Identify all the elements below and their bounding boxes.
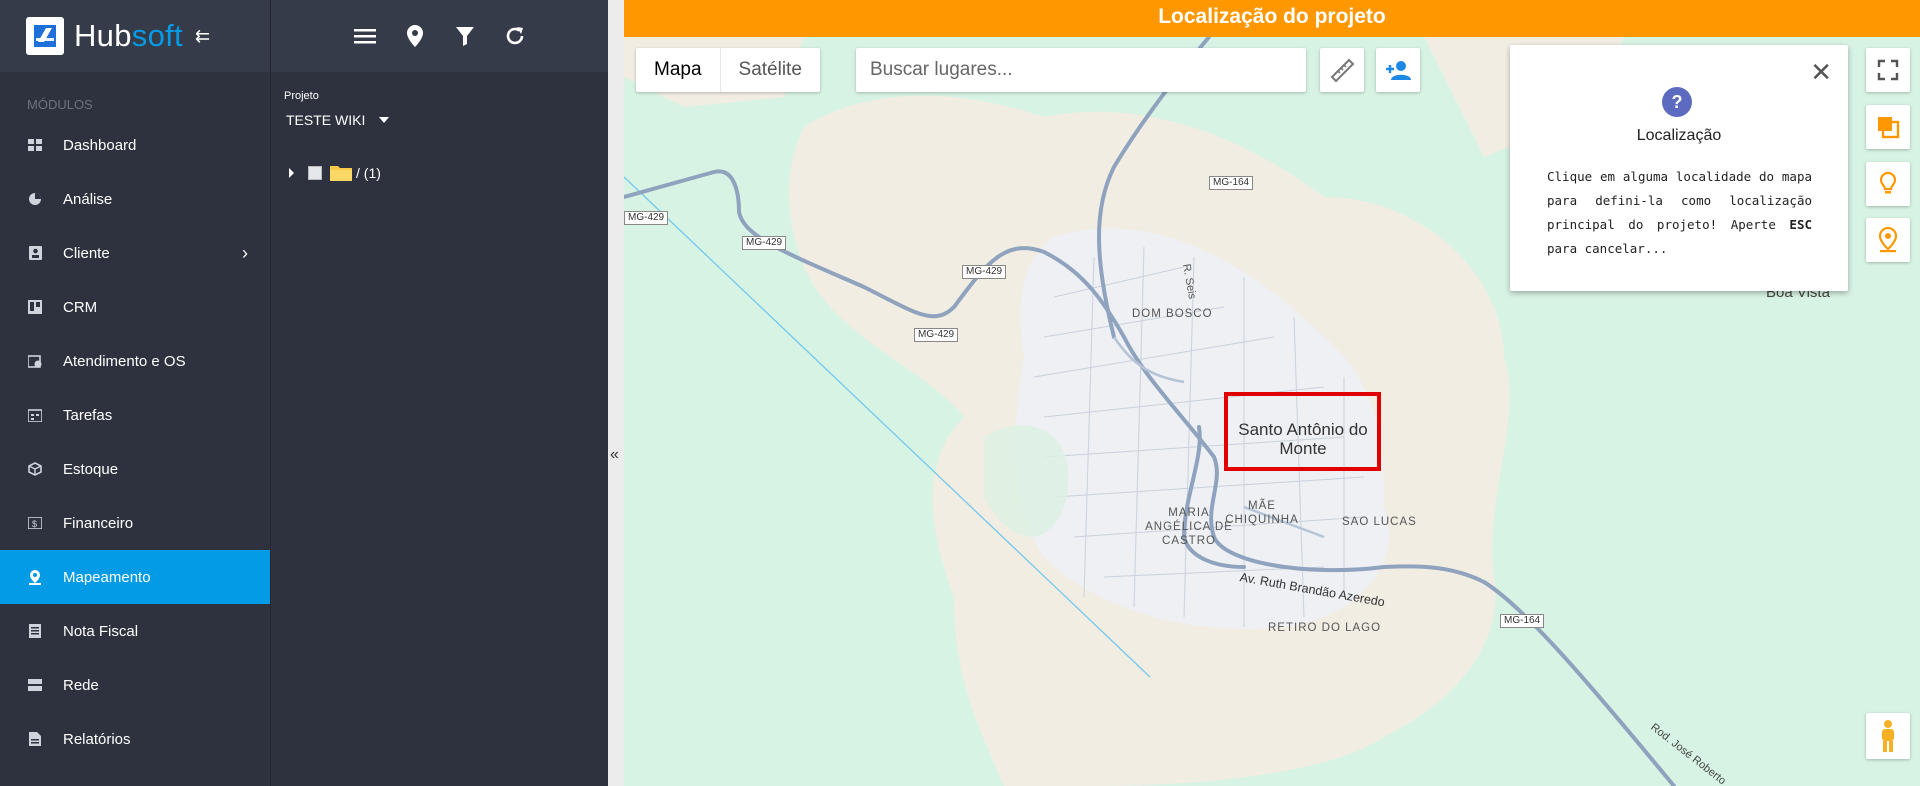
road-shield: MG-429 (742, 236, 787, 250)
panel-splitter[interactable]: « (608, 0, 624, 786)
district-label: RETIRO DO LAGO (1268, 622, 1382, 634)
map-type-satellite-button[interactable]: Satélite (721, 48, 820, 92)
refresh-icon[interactable] (502, 23, 528, 49)
sidebar-item-rede[interactable]: Rede (0, 658, 270, 712)
project-select[interactable]: TESTE WIKI (286, 112, 608, 128)
chevron-right-icon: › (242, 243, 248, 263)
add-location-icon[interactable] (402, 23, 428, 49)
folder-icon (330, 164, 352, 181)
popup-title: Localização (1636, 127, 1722, 144)
project-label: Projeto (284, 90, 319, 102)
location-info-popup: ✕ ? Localização Clique em alguma localid… (1510, 45, 1848, 291)
sidebar-item-label: Financeiro (63, 514, 134, 532)
expand-arrow-icon[interactable] (289, 167, 294, 178)
map-header-title: Localização do projeto (624, 0, 1920, 37)
project-tree-panel: Projeto TESTE WIKI / (1) (270, 0, 608, 786)
road-shield: MG-429 (624, 211, 669, 225)
sidebar-item-relatorios[interactable]: Relatórios (0, 712, 270, 766)
sidebar-item-label: Nota Fiscal (63, 622, 139, 640)
sidebar-item-mapeamento[interactable]: Mapeamento (0, 550, 270, 604)
road-shield: MG-429 (914, 328, 959, 342)
tree-root-node[interactable]: / (1) (289, 164, 608, 181)
receipt-icon (27, 623, 43, 639)
task-icon (27, 407, 43, 423)
sidebar-item-analise[interactable]: Análise (0, 172, 270, 226)
logo-text: Hubsoft (74, 18, 183, 53)
sidebar-item-label: Estoque (63, 460, 119, 478)
sidebar: Hubsoft ⇇ MÓDULOS Dashboard Análise Clie… (0, 0, 270, 786)
road-shield: MG-164 (1209, 176, 1254, 190)
sidebar-item-label: Cliente (63, 244, 110, 262)
sidebar-item-dashboard[interactable]: Dashboard (0, 118, 270, 172)
district-label: DOM BOSCO (1132, 308, 1213, 320)
server-icon (27, 677, 43, 693)
report-icon (27, 731, 43, 747)
modules-label: MÓDULOS (27, 97, 93, 112)
district-label: SAO LUCAS (1342, 516, 1417, 528)
location-pin-icon[interactable] (1866, 218, 1910, 262)
sidebar-item-label: Rede (63, 676, 99, 694)
map-area[interactable]: Localização do projeto Mapa Satélite Bus… (624, 0, 1920, 786)
sidebar-item-label: Dashboard (63, 136, 137, 154)
svg-text:$: $ (32, 519, 37, 529)
project-select-value: TESTE WIKI (286, 112, 366, 128)
district-label: MARIA ANGÉLICA DE CASTRO (1145, 507, 1233, 547)
road-shield: MG-429 (962, 265, 1007, 279)
tree-root-label: / (1) (356, 164, 381, 181)
sidebar-item-label: Tarefas (63, 406, 113, 424)
chevron-down-icon (379, 117, 390, 123)
tree-checkbox[interactable] (308, 165, 322, 180)
ruler-icon[interactable] (1320, 48, 1364, 92)
road-shield: MG-164 (1500, 614, 1545, 628)
city-label: Santo Antônio do Monte (1238, 420, 1368, 458)
box-icon (27, 461, 43, 477)
street-view-pegman-icon[interactable] (1866, 713, 1910, 759)
sidebar-item-label: Relatórios (63, 730, 131, 748)
dashboard-icon (27, 137, 43, 153)
sidebar-item-label: CRM (63, 298, 98, 316)
sidebar-item-estoque[interactable]: Estoque (0, 442, 270, 496)
sidebar-item-cliente[interactable]: Cliente › (0, 226, 270, 280)
logo-bar: Hubsoft ⇇ (0, 0, 270, 72)
money-icon: $ (27, 515, 43, 531)
add-person-icon[interactable] (1376, 48, 1420, 92)
lightbulb-icon[interactable] (1866, 162, 1910, 206)
sidebar-item-financeiro[interactable]: $ Financeiro (0, 496, 270, 550)
kanban-icon (27, 299, 43, 315)
sidebar-item-label: Mapeamento (63, 568, 151, 586)
fullscreen-icon[interactable] (1866, 48, 1910, 92)
sidebar-item-nota-fiscal[interactable]: Nota Fiscal (0, 604, 270, 658)
menu-icon[interactable] (352, 23, 378, 49)
sidebar-item-tarefas[interactable]: Tarefas (0, 388, 270, 442)
sidebar-item-crm[interactable]: CRM (0, 280, 270, 334)
map-type-toggle: Mapa Satélite (636, 48, 820, 92)
tree-toolbar (271, 0, 608, 72)
close-icon[interactable]: ✕ (1810, 59, 1832, 85)
pie-chart-icon (27, 191, 43, 207)
clock-calendar-icon (27, 353, 43, 369)
sidebar-item-label: Atendimento e OS (63, 352, 186, 370)
place-search-input[interactable] (856, 48, 1306, 92)
contact-icon (27, 245, 43, 261)
popup-text: Clique em alguma localidade do mapa para… (1547, 169, 1812, 256)
collapse-sidebar-icon[interactable]: ⇇ (195, 26, 210, 47)
sidebar-item-label: Análise (63, 190, 113, 208)
sidebar-item-atendimento[interactable]: Atendimento e OS (0, 334, 270, 388)
help-icon: ? (1662, 87, 1692, 117)
layers-icon[interactable] (1866, 105, 1910, 149)
pin-icon (27, 569, 43, 585)
filter-icon[interactable] (452, 23, 478, 49)
collapse-panel-icon[interactable]: « (610, 446, 619, 464)
logo-mark-icon (26, 17, 64, 55)
map-type-map-button[interactable]: Mapa (636, 48, 721, 92)
